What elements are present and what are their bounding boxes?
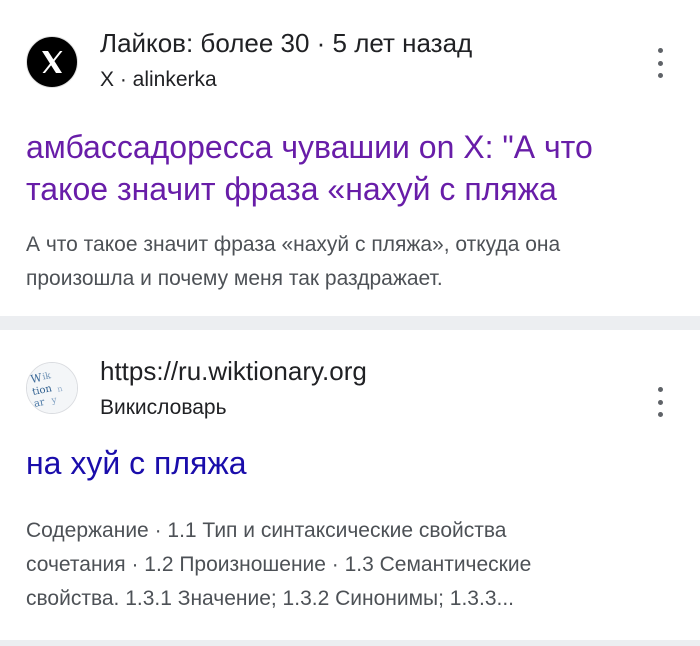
x-logo-icon xyxy=(26,36,78,88)
snippet-line: сочетания · 1.2 Произношение · 1.3 Семан… xyxy=(26,553,532,576)
snippet-line: Содержание · 1.1 Тип и синтаксические св… xyxy=(26,519,507,542)
result-separator xyxy=(0,316,700,330)
result-snippet: Содержание · 1.1 Тип и синтаксические св… xyxy=(26,514,670,616)
result-source-url: https://ru.wiktionary.org xyxy=(100,356,367,386)
result-source-name: X · alinkerka xyxy=(100,68,217,91)
search-result-x[interactable]: Лайков: более 30 · 5 лет назад X · alink… xyxy=(0,0,700,316)
snippet-line: свойства. 1.3.1 Значение; 1.3.2 Синонимы… xyxy=(26,587,515,610)
more-vert-icon[interactable] xyxy=(650,387,670,417)
snippet-line: А что такое значит фраза «нахуй с пляжа»… xyxy=(26,233,561,256)
search-result-wiktionary[interactable]: W ik tion ar y n https://ru.wiktionary.o… xyxy=(0,330,700,640)
result-title-line: амбассадоресса чувашии on X: "А что xyxy=(26,129,593,165)
result-title-line: на хуй с пляжа xyxy=(26,445,247,481)
wiktionary-logo-icon: W ik tion ar y n xyxy=(26,362,78,414)
result-title-line: такое значит фраза «нахуй с пляжа xyxy=(26,171,557,207)
result-title-link[interactable]: амбассадоресса чувашии on X: "А что тако… xyxy=(26,126,674,210)
more-vert-icon[interactable] xyxy=(650,48,670,78)
result-separator xyxy=(0,640,700,646)
result-snippet: А что такое значит фраза «нахуй с пляжа»… xyxy=(26,228,670,296)
snippet-line: произошла и почему меня так раздражает. xyxy=(26,267,443,290)
result-source-name: Викисловарь xyxy=(100,396,227,419)
result-source-meta: Лайков: более 30 · 5 лет назад xyxy=(100,28,473,58)
result-title-link[interactable]: на хуй с пляжа xyxy=(26,442,674,484)
